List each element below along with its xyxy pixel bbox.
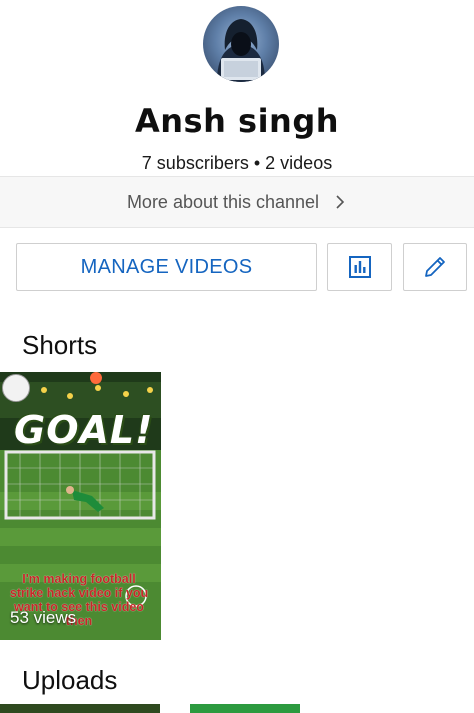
channel-page: Ansh singh 7 subscribers • 2 videos More a… xyxy=(0,0,474,713)
chevron-right-icon xyxy=(336,195,345,209)
manage-videos-label: MANAGE VIDEOS xyxy=(80,255,253,278)
analytics-button[interactable] xyxy=(327,243,392,291)
short-view-count: 53 views xyxy=(10,608,77,627)
uploads-section-title: Uploads xyxy=(22,665,118,695)
more-about-channel-link[interactable]: More about this channel xyxy=(0,176,474,228)
manage-videos-button[interactable]: MANAGE VIDEOS xyxy=(16,243,317,291)
short-channel-badge-icon xyxy=(2,374,30,402)
pencil-icon xyxy=(425,257,445,277)
edit-channel-button[interactable] xyxy=(403,243,467,291)
more-about-label: More about this channel xyxy=(126,191,320,212)
short-thumbnail-title: GOAL! xyxy=(14,408,154,452)
short-video-card[interactable]: GOAL! I'm making football strike hack vi… xyxy=(0,372,161,640)
channel-name: Ansh singh xyxy=(135,102,339,140)
upload-thumbnail-row[interactable] xyxy=(0,704,474,713)
bar-chart-icon xyxy=(348,256,371,278)
hooded-hacker-icon xyxy=(217,19,265,82)
video-count: 2 videos xyxy=(265,153,333,173)
channel-stats: 7 subscribers • 2 videos xyxy=(0,153,474,174)
channel-avatar[interactable] xyxy=(203,6,279,82)
subscriber-count: 7 subscribers xyxy=(141,153,249,173)
meta-separator: • xyxy=(253,153,261,173)
shorts-section-title: Shorts xyxy=(22,330,98,360)
